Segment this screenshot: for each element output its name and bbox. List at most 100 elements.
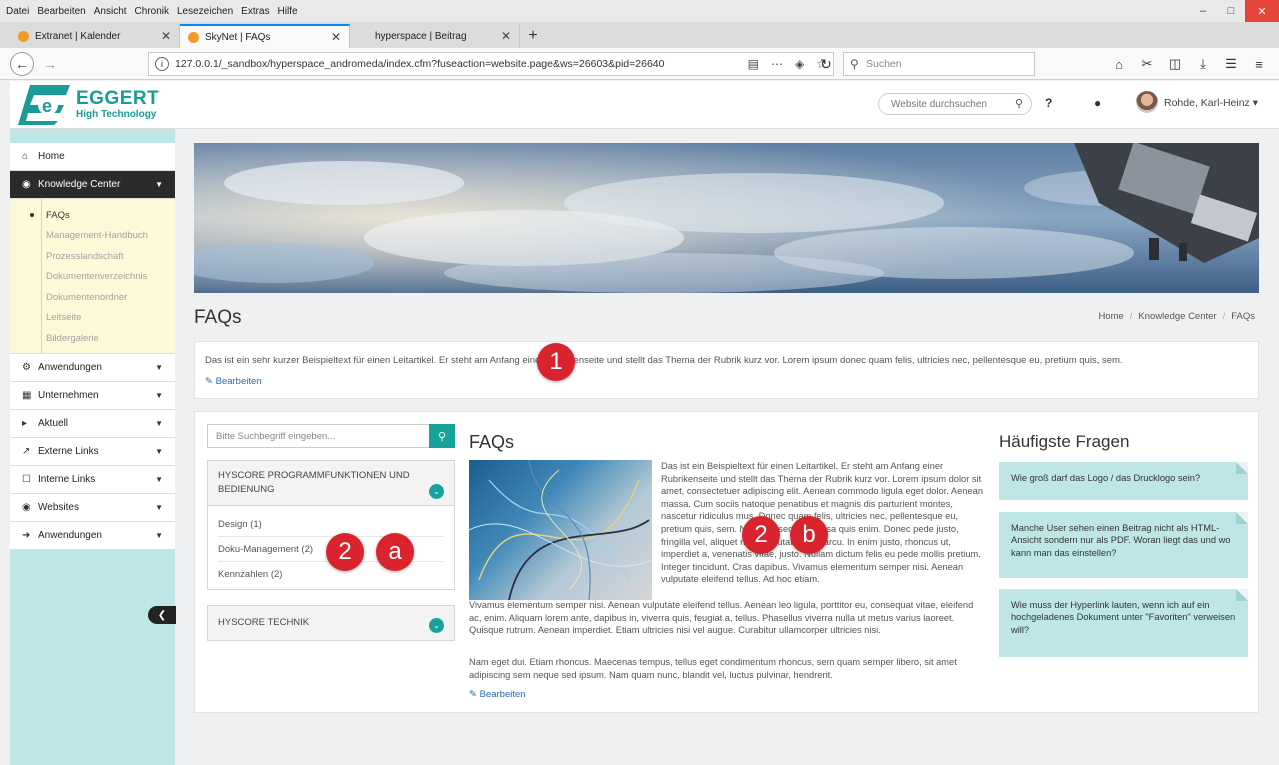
hero-banner-image (194, 143, 1259, 293)
annotation-marker-2a-letter: a (376, 533, 414, 571)
bookmark-icon: ☐ (22, 473, 31, 485)
new-tab-button[interactable]: + (520, 24, 546, 48)
sidebar-item-interne-links[interactable]: ☐ Interne Links ▼ (10, 465, 175, 494)
accordion-programmfunktionen: HYSCORE PROGRAMMFUNKTIONEN UND BEDIENUNG… (207, 460, 455, 590)
sidebar-item-knowledge-center[interactable]: ◉ Knowledge Center ▼ (10, 171, 175, 199)
site-search-input[interactable]: Website durchsuchen ⚲ (878, 93, 1032, 115)
sidebar-item-websites[interactable]: ◉ Websites ▼ (10, 493, 175, 522)
sidebar: ⌂ Home ◉ Knowledge Center ▼ FAQs Managem… (10, 129, 176, 765)
browser-tab-faqs[interactable]: SkyNet | FAQs ✕ (180, 24, 350, 48)
building-icon: ▦ (22, 389, 32, 401)
caret-down-icon: ▼ (155, 446, 163, 456)
browser-navbar: ← → i 127.0.0.1/_sandbox/hyperspace_andr… (0, 48, 1279, 80)
site-logo[interactable]: e EGGERT High Technology (18, 85, 159, 125)
sidebar-item-externe-links[interactable]: ↗ Externe Links ▼ (10, 437, 175, 466)
edit-article-link[interactable]: ✎ Bearbeiten (469, 689, 526, 700)
reload-icon[interactable]: ↻ (814, 52, 838, 76)
article-heading: FAQs (469, 432, 515, 452)
maximize-icon[interactable]: □ (1217, 0, 1245, 22)
menu-chronik[interactable]: Chronik (135, 6, 169, 17)
eggert-logo-icon: e (18, 85, 70, 125)
faq-search-input[interactable]: Bitte Suchbegriff eingeben... (207, 424, 429, 448)
sidebar-subitem-bildergalerie[interactable]: Bildergalerie (10, 328, 175, 349)
top-question-card[interactable]: Wie groß darf das Logo / das Drucklogo s… (999, 462, 1248, 500)
chevron-down-icon[interactable]: ⌄ (429, 618, 444, 633)
sidebar-subitem-dokumentenordner[interactable]: Dokumentenordner (10, 287, 175, 308)
accordion-header[interactable]: HYSCORE TECHNIK ⌄ (208, 606, 454, 640)
sidebar-item-label: Interne Links (38, 473, 96, 485)
logo-name: EGGERT (76, 88, 160, 109)
page-title: FAQs (194, 307, 242, 328)
search-icon: ⚲ (850, 57, 859, 71)
avatar[interactable] (1136, 91, 1158, 113)
caret-down-icon: ▼ (155, 180, 163, 189)
article-image (469, 460, 652, 600)
sidebar-toggle-icon[interactable]: ◫ (1161, 52, 1189, 76)
close-tab-icon[interactable]: ✕ (501, 29, 511, 43)
close-tab-icon[interactable]: ✕ (331, 30, 341, 44)
breadcrumb: Home / Knowledge Center / FAQs (1098, 311, 1255, 322)
breadcrumb-knowledge-center[interactable]: Knowledge Center (1138, 311, 1216, 322)
intro-text: Das ist ein sehr kurzer Beispieltext für… (205, 355, 1123, 366)
help-icon[interactable]: ? (1045, 96, 1052, 110)
svg-text:e: e (42, 96, 52, 116)
caret-down-icon: ▼ (155, 474, 163, 484)
collapse-sidebar-button[interactable]: ❮ (148, 606, 176, 624)
pocket-icon[interactable]: ◈ (795, 57, 804, 71)
sidebar-item-anwendungen[interactable]: ⚙ Anwendungen ▼ (10, 353, 175, 382)
chevron-down-icon[interactable]: ⌄ (429, 484, 444, 499)
home-icon: ⌂ (22, 151, 29, 162)
library-icon[interactable]: ☰ (1217, 52, 1245, 76)
sidebar-item-home[interactable]: ⌂ Home (10, 143, 175, 171)
top-question-card[interactable]: Manche User sehen einen Beitrag nicht al… (999, 512, 1248, 578)
breadcrumb-home[interactable]: Home (1098, 311, 1123, 322)
browser-tab-kalender[interactable]: Extranet | Kalender ✕ (10, 24, 180, 48)
edit-icon: ✎ (205, 376, 213, 387)
sidebar-subitem-faqs[interactable]: FAQs (10, 205, 175, 226)
more-actions-icon[interactable]: ⋯ (771, 57, 783, 71)
minimize-icon[interactable]: – (1189, 0, 1217, 22)
menu-lesezeichen[interactable]: Lesezeichen (177, 6, 233, 17)
faq-category-design[interactable]: Design (1) (218, 512, 444, 537)
sidebar-subitem-management-handbuch[interactable]: Management-Handbuch (10, 226, 175, 247)
sidebar-subitem-dokumentenverzeichnis[interactable]: Dokumentenverzeichnis (10, 267, 175, 288)
browser-tab-beitrag[interactable]: hyperspace | Beitrag ✕ (350, 24, 520, 48)
menu-datei[interactable]: Datei (6, 6, 29, 17)
hamburger-menu-icon[interactable]: ≡ (1245, 52, 1273, 76)
menu-extras[interactable]: Extras (241, 6, 269, 17)
close-tab-icon[interactable]: ✕ (161, 29, 171, 43)
download-icon[interactable]: ⤓ (1189, 52, 1217, 76)
back-arrow-icon[interactable]: ← (10, 51, 34, 76)
user-name[interactable]: Rohde, Karl-Heinz ▾ (1164, 97, 1258, 109)
top-question-card[interactable]: Wie muss der Hyperlink lauten, wenn ich … (999, 589, 1248, 657)
forward-arrow-icon[interactable]: → (38, 52, 62, 76)
edit-intro-link[interactable]: ✎ Bearbeiten (205, 376, 262, 387)
sidebar-item-label: Websites (38, 501, 79, 513)
sidebar-item-label: Anwendungen (38, 529, 102, 541)
user-icon[interactable]: ● (1094, 96, 1101, 110)
screenshot-icon[interactable]: ✂ (1133, 52, 1161, 76)
reader-view-icon[interactable]: ▤ (748, 57, 759, 71)
home-icon[interactable]: ⌂ (1105, 52, 1133, 76)
close-window-icon[interactable]: ✕ (1245, 0, 1279, 22)
sidebar-item-aktuell[interactable]: ▸ Aktuell ▼ (10, 409, 175, 438)
info-icon[interactable]: i (155, 57, 169, 71)
caret-down-icon: ▼ (155, 362, 163, 372)
search-icon[interactable]: ⚲ (1015, 97, 1023, 110)
sidebar-item-anwendungen-2[interactable]: ➜ Anwendungen ▼ (10, 521, 175, 550)
top-questions-heading: Häufigste Fragen (999, 432, 1130, 451)
faq-search-button[interactable]: ⚲ (429, 424, 455, 448)
sidebar-subitem-leitseite[interactable]: Leitseite (10, 308, 175, 329)
browser-search-box[interactable]: ⚲ Suchen (843, 52, 1035, 76)
sidebar-subitem-prozesslandschaft[interactable]: Prozesslandschaft (10, 246, 175, 267)
sidebar-item-label: Home (38, 151, 65, 162)
accordion-header[interactable]: HYSCORE PROGRAMMFUNKTIONEN UND BEDIENUNG… (208, 461, 454, 505)
browser-toolbar: ⌂ ✂ ◫ ⤓ ☰ ≡ (1105, 52, 1273, 76)
sidebar-item-unternehmen[interactable]: ▦ Unternehmen ▼ (10, 381, 175, 410)
menu-hilfe[interactable]: Hilfe (278, 6, 298, 17)
menu-bearbeiten[interactable]: Bearbeiten (37, 6, 85, 17)
favicon-icon (188, 31, 199, 43)
address-bar[interactable]: i 127.0.0.1/_sandbox/hyperspace_andromed… (148, 52, 834, 76)
menu-ansicht[interactable]: Ansicht (94, 6, 127, 17)
favicon-icon (358, 31, 369, 42)
